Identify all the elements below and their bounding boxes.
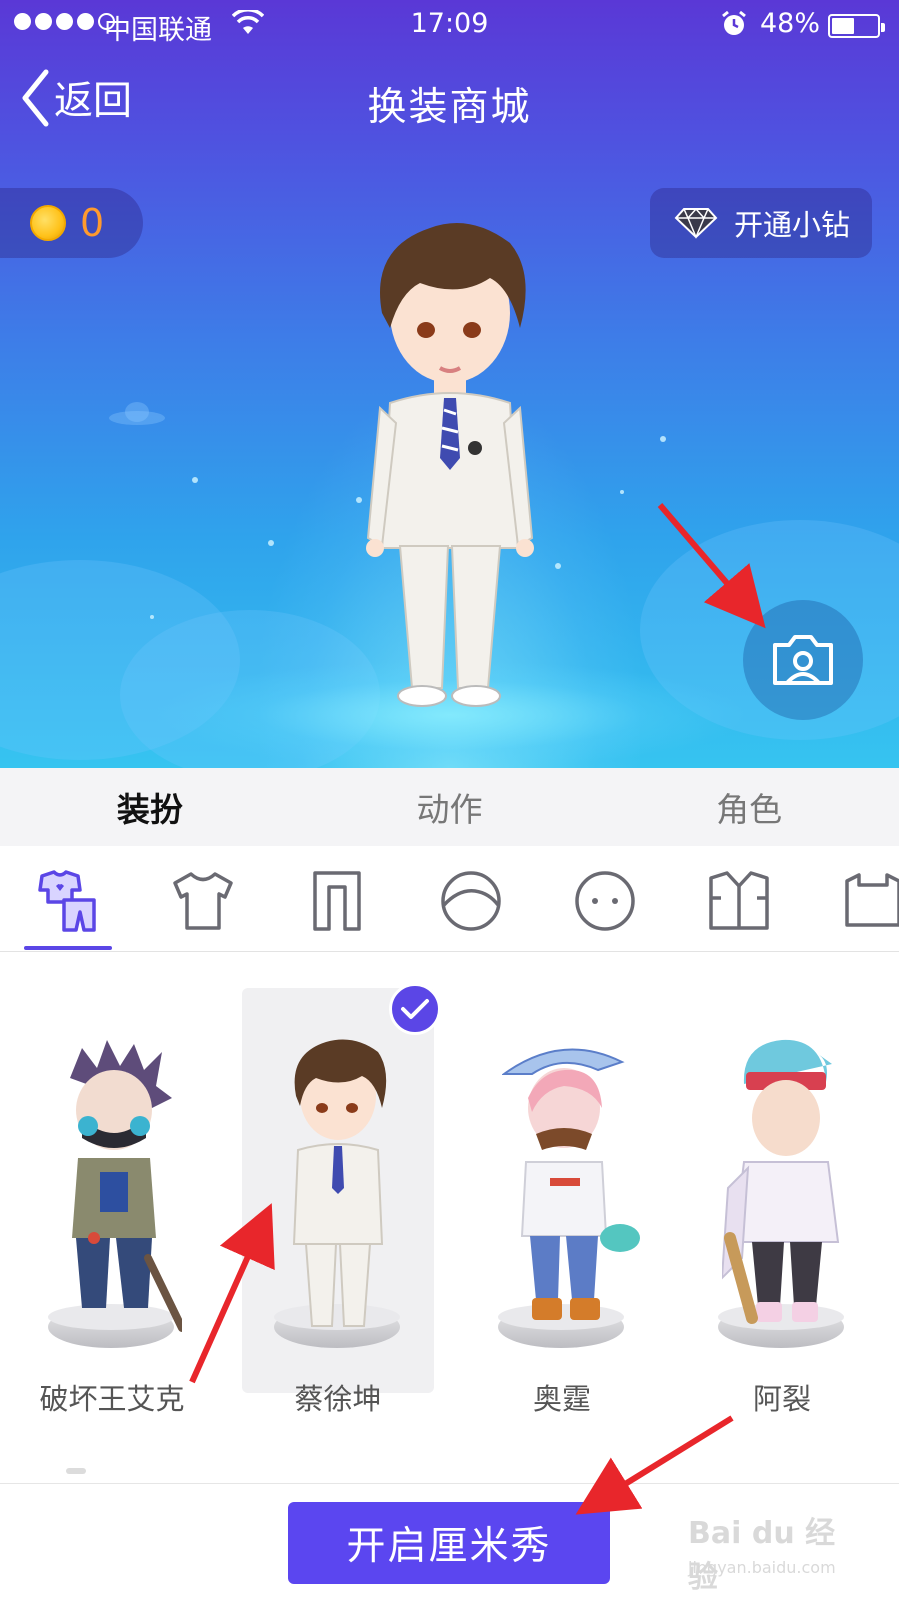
battery-icon <box>828 14 885 38</box>
character-grid: 破坏王艾克 蔡徐坤 奥霆 阿裂 <box>0 953 899 1483</box>
top-icon <box>845 873 899 927</box>
coin-icon <box>30 205 66 241</box>
tab-dress-up[interactable]: 装扮 <box>0 768 300 846</box>
outfit-set-icon <box>38 870 96 932</box>
tab-characters[interactable]: 角色 <box>599 768 899 846</box>
character-card-1[interactable] <box>16 988 208 1393</box>
category-face[interactable] <box>570 866 640 936</box>
jacket-icon <box>709 871 769 930</box>
character-figure <box>70 1040 182 1332</box>
enable-cmshow-button[interactable]: 开启厘米秀 <box>288 1502 610 1584</box>
alarm-icon <box>722 10 746 35</box>
scroll-indicator <box>66 1468 86 1474</box>
selected-check-icon <box>389 983 441 1035</box>
character-name: 阿裂 <box>752 1382 811 1416</box>
page-title: 换装商城 <box>367 85 532 130</box>
camera-button[interactable] <box>743 600 863 720</box>
character-card-4[interactable] <box>686 988 878 1393</box>
character-card-3[interactable] <box>466 988 658 1393</box>
character-name: 破坏王艾克 <box>39 1382 185 1416</box>
section-tabs: 装扮 动作 角色 <box>0 768 899 846</box>
active-category-indicator <box>24 946 112 950</box>
category-outfit-set[interactable] <box>32 866 102 936</box>
open-vip-label: 开通小钻 <box>734 208 851 242</box>
character-figure <box>502 1048 640 1320</box>
ufo-icon <box>109 402 165 425</box>
avatar-preview-area: 中国联通 17:09 48% 返回 换装商城 0 开通小钻 <box>0 0 899 768</box>
shirt-icon <box>173 872 233 930</box>
current-avatar <box>366 223 534 707</box>
character-name: 蔡徐坤 <box>294 1382 382 1416</box>
character-card-2[interactable] <box>242 988 434 1393</box>
category-jacket[interactable] <box>704 866 774 936</box>
battery-percent: 48% <box>760 8 821 39</box>
face-icon <box>575 871 635 931</box>
category-bar <box>0 846 899 952</box>
watermark-url: jingyan.baidu.com <box>688 1558 836 1577</box>
coin-count: 0 <box>80 201 105 245</box>
character-figure <box>292 1039 387 1327</box>
category-pants[interactable] <box>302 866 372 936</box>
coin-balance[interactable]: 0 <box>0 188 143 258</box>
diamond-icon <box>674 207 718 239</box>
character-figure <box>722 1039 840 1324</box>
tab-actions[interactable]: 动作 <box>300 768 600 846</box>
open-vip-button[interactable]: 开通小钻 <box>650 188 872 258</box>
category-top[interactable] <box>838 866 899 936</box>
status-bar: 中国联通 17:09 48% <box>0 0 899 48</box>
watermark-logo: Bai du 经验 <box>688 1516 836 1595</box>
camera-icon <box>773 635 833 685</box>
category-shirt[interactable] <box>168 866 238 936</box>
character-name: 奥霆 <box>532 1382 591 1416</box>
pants-icon <box>313 871 361 931</box>
baidu-jingyan-watermark: Bai du 经验 jingyan.baidu.com <box>688 1508 858 1595</box>
hair-icon <box>441 871 501 931</box>
category-hair[interactable] <box>436 866 506 936</box>
